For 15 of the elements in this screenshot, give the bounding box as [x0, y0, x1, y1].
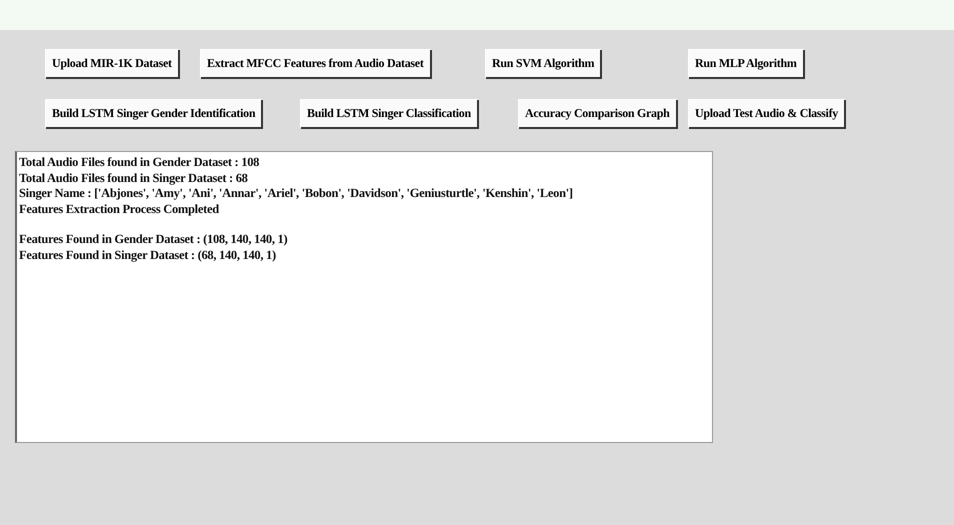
output-line: Total Audio Files found in Gender Dataset : 108 [19, 155, 260, 170]
action-button[interactable]: Upload MIR-1K Dataset [46, 50, 180, 79]
output-line: Singer Name : ['Abjones', 'Amy', 'Ani', 'Annar', 'Ariel', 'Bobon', 'Davidson', 'Geniusturtle', 'Kenshin', 'Leon'] [19, 186, 574, 202]
action-button[interactable]: Accuracy Comparison Graph [519, 100, 678, 129]
action-button[interactable]: Upload Test Audio & Classify [689, 100, 846, 129]
output-line: Features Found in Singer Dataset : (68, 140, 140, 1) [19, 248, 277, 263]
action-button[interactable]: Run SVM Algorithm [486, 50, 602, 79]
output-line: Features Extraction Process Completed [19, 202, 220, 217]
output-text-area[interactable] [15, 151, 713, 443]
output-line: Total Audio Files found in Singer Dataset : 68 [19, 170, 249, 186]
output-line: Features Found in Gender Dataset : (108, 140, 140, 1) [19, 232, 288, 248]
action-button[interactable]: Build LSTM Singer Gender Identification [46, 100, 264, 129]
action-button[interactable]: Extract MFCC Features from Audio Dataset [201, 50, 432, 79]
action-button[interactable]: Build LSTM Singer Classification [301, 100, 479, 129]
action-button[interactable]: Run MLP Algorithm [689, 50, 805, 79]
